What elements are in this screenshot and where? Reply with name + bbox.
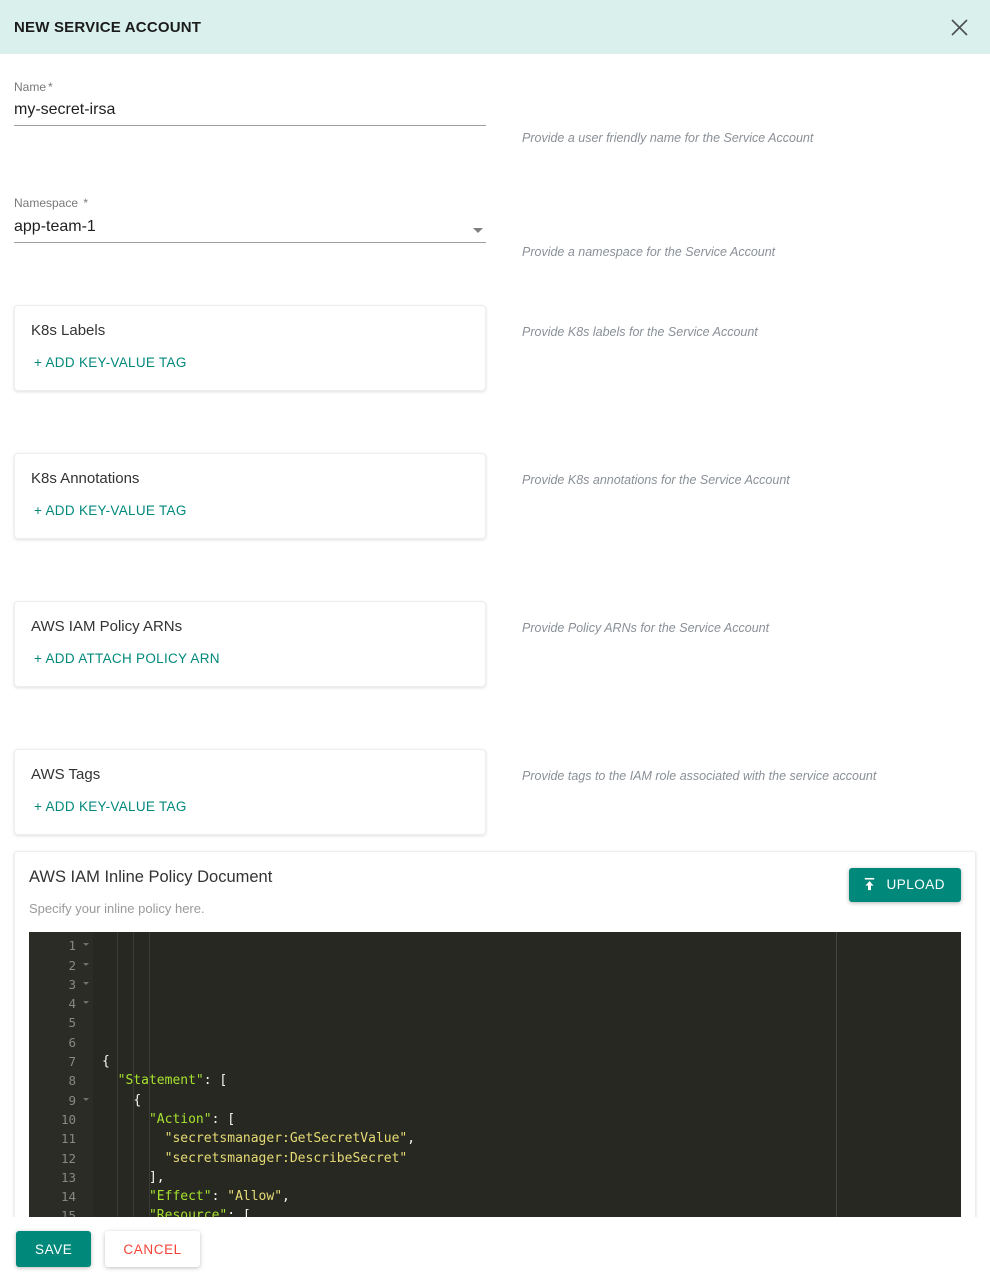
namespace-select[interactable] <box>14 215 486 238</box>
editor-code-line: "Statement": [ <box>117 1073 228 1089</box>
aws-tags-card: AWS Tags + ADD KEY-VALUE TAG <box>14 748 486 835</box>
close-icon <box>950 18 969 37</box>
aws-tags-title: AWS Tags <box>31 765 101 783</box>
row-k8s-labels: K8s Labels + ADD KEY-VALUE TAG Provide K… <box>14 304 976 391</box>
editor-line-number: 3 <box>29 975 93 994</box>
name-field-label: Name * <box>14 80 486 94</box>
editor-line-number: 14 <box>60 1189 76 1205</box>
editor-line-number: 2 <box>29 956 93 975</box>
name-field: Name * <box>14 54 486 127</box>
editor-code-line: "secretsmanager:GetSecretValue", <box>164 1131 416 1147</box>
namespace-select-wrap[interactable] <box>14 215 486 243</box>
editor-line-number: 13 <box>60 1169 76 1185</box>
inline-policy-heading-group: AWS IAM Inline Policy Document Specify y… <box>29 868 272 917</box>
close-button[interactable] <box>944 12 974 42</box>
code-fold-icon[interactable] <box>83 962 89 966</box>
inline-policy-header: AWS IAM Inline Policy Document Specify y… <box>29 867 961 917</box>
editor-line-number: 1 <box>29 936 93 955</box>
namespace-field-group: Namespace * <box>14 170 486 243</box>
name-label-text: Name <box>14 80 47 94</box>
aws-tags-hint-col: Provide tags to the IAM role associated … <box>486 749 976 784</box>
editor-code-line: "Action": [ <box>148 1111 236 1127</box>
editor-line-number: 11 <box>60 1131 76 1147</box>
editor-line-number: 8 <box>68 1073 76 1089</box>
code-fold-icon[interactable] <box>83 1097 89 1101</box>
k8s-annotations-title: K8s Annotations <box>31 469 140 487</box>
k8s-labels-card-col: K8s Labels + ADD KEY-VALUE TAG <box>14 304 486 391</box>
modal-footer: SAVE CANCEL <box>0 1217 990 1281</box>
editor-code-line: ], <box>148 1169 165 1185</box>
row-name: Name* Provide a user friendly name for t… <box>14 54 976 146</box>
editor-line-number: 10 <box>60 1111 76 1127</box>
aws-tags-hint: Provide tags to the IAM role associated … <box>522 768 877 783</box>
add-k8s-label-button[interactable]: + ADD KEY-VALUE TAG <box>31 355 187 370</box>
row-aws-tags: AWS Tags + ADD KEY-VALUE TAG Provide tag… <box>14 748 976 835</box>
editor-gutter[interactable]: 1 2 3 4 5 6 7 8 9 10 11 12 13 14 15 <box>29 932 93 1237</box>
k8s-annotations-card: K8s Annotations + ADD KEY-VALUE TAG <box>14 452 486 539</box>
name-hint: Provide a user friendly name for the Ser… <box>522 131 814 145</box>
row-k8s-annotations: K8s Annotations + ADD KEY-VALUE TAG Prov… <box>14 452 976 539</box>
row-policy-arns: AWS IAM Policy ARNs + ADD ATTACH POLICY … <box>14 600 976 687</box>
inline-policy-subtitle: Specify your inline policy here. <box>29 901 205 917</box>
policy-code-editor[interactable]: 1 2 3 4 5 6 7 8 9 10 11 12 13 14 15 { "Statement": [ {… <box>29 932 961 1237</box>
namespace-field: Namespace * <box>14 170 486 243</box>
add-aws-tag-button[interactable]: + ADD KEY-VALUE TAG <box>31 799 187 814</box>
modal-header: NEW SERVICE ACCOUNT <box>0 0 990 54</box>
code-fold-icon[interactable] <box>83 1001 89 1005</box>
editor-line-number: 4 <box>29 994 93 1013</box>
namespace-field-label: Namespace * <box>14 196 486 210</box>
editor-code-area[interactable]: { "Statement": [ { "Action": [ "secretsm… <box>93 932 961 1237</box>
aws-tags-card-col: AWS Tags + ADD KEY-VALUE TAG <box>14 748 486 835</box>
editor-print-margin <box>836 932 837 1237</box>
editor-code-line: { <box>102 1054 110 1070</box>
code-fold-icon[interactable] <box>83 981 89 985</box>
name-hint-col: Provide a user friendly name for the Ser… <box>486 54 976 146</box>
policy-arns-title: AWS IAM Policy ARNs <box>31 617 183 635</box>
page-title: NEW SERVICE ACCOUNT <box>14 18 202 36</box>
name-field-group: Name * <box>14 54 486 127</box>
upload-icon <box>862 877 877 892</box>
editor-line-number: 7 <box>68 1054 76 1070</box>
k8s-annotations-hint: Provide K8s annotations for the Service … <box>522 472 790 487</box>
namespace-label-text: Namespace <box>14 196 79 211</box>
policy-arns-hint: Provide Policy ARNs for the Service Acco… <box>522 620 770 635</box>
policy-arns-card: AWS IAM Policy ARNs + ADD ATTACH POLICY … <box>14 600 486 687</box>
attach-policy-arn-button[interactable]: + ADD ATTACH POLICY ARN <box>31 651 220 666</box>
name-input-wrap <box>14 99 486 127</box>
row-namespace: Namespace * Provide a namespace for the … <box>14 170 976 260</box>
add-k8s-annotation-button[interactable]: + ADD KEY-VALUE TAG <box>31 503 187 518</box>
editor-line-number: 5 <box>68 1015 76 1031</box>
editor-line-number: 9 <box>29 1091 93 1110</box>
policy-arns-hint-col: Provide Policy ARNs for the Service Acco… <box>486 601 976 636</box>
k8s-labels-hint: Provide K8s labels for the Service Accou… <box>522 324 758 339</box>
editor-line-number: 6 <box>68 1034 76 1050</box>
k8s-annotations-hint-col: Provide K8s annotations for the Service … <box>486 453 976 488</box>
editor-code-line: "secretsmanager:DescribeSecret" <box>164 1150 408 1166</box>
cancel-button[interactable]: CANCEL <box>105 1231 200 1267</box>
namespace-hint-col: Provide a namespace for the Service Acco… <box>486 170 976 260</box>
editor-line-number: 12 <box>60 1150 76 1166</box>
editor-code-line: { <box>133 1092 142 1108</box>
namespace-hint: Provide a namespace for the Service Acco… <box>522 245 776 260</box>
k8s-annotations-card-col: K8s Annotations + ADD KEY-VALUE TAG <box>14 452 486 539</box>
upload-button[interactable]: UPLOAD <box>849 867 961 902</box>
code-fold-icon[interactable] <box>83 943 89 947</box>
namespace-required-mark: * <box>83 196 89 211</box>
inline-policy-title: AWS IAM Inline Policy Document <box>29 867 273 886</box>
k8s-labels-title: K8s Labels <box>31 321 106 339</box>
k8s-labels-card: K8s Labels + ADD KEY-VALUE TAG <box>14 304 486 391</box>
k8s-labels-hint-col: Provide K8s labels for the Service Accou… <box>486 305 976 340</box>
policy-arns-card-col: AWS IAM Policy ARNs + ADD ATTACH POLICY … <box>14 600 486 687</box>
upload-button-label: UPLOAD <box>886 877 945 892</box>
form-area: Name* Provide a user friendly name for t… <box>0 54 990 1238</box>
save-button[interactable]: SAVE <box>16 1231 92 1267</box>
inline-policy-panel: AWS IAM Inline Policy Document Specify y… <box>14 850 976 1238</box>
name-required-mark: * <box>48 80 53 94</box>
name-input[interactable] <box>14 99 486 122</box>
editor-code-line: "Effect": "Allow", <box>148 1189 290 1205</box>
